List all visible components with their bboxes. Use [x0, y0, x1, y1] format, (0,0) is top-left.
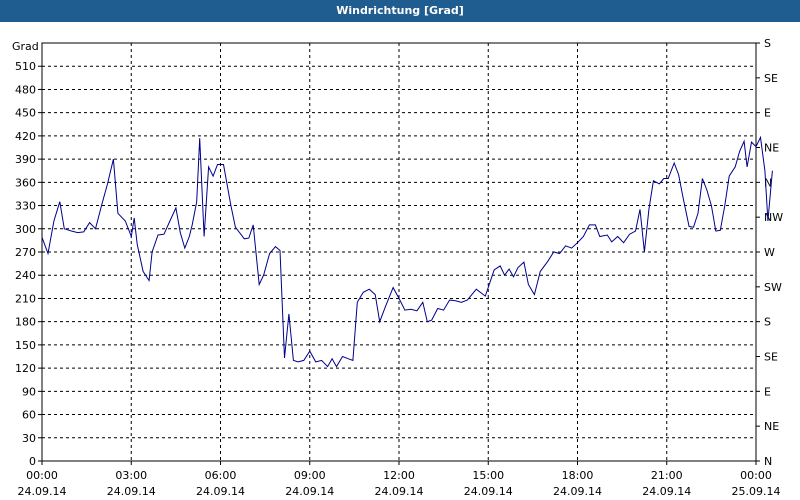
wind-direction-chart: 0 30 60 90 120 150 180 210 240 270 300 330 360 390 420… — [12, 37, 783, 498]
x-tick-date-label: 24.09.14 — [375, 485, 424, 498]
y-tick-label: 390 — [15, 153, 36, 166]
x-tick-date-label: 24.09.14 — [642, 485, 691, 498]
y2-tick-label: NE — [764, 142, 779, 155]
x-tick-date-label: 24.09.14 — [107, 485, 156, 498]
y-tick-label: 0 — [29, 455, 36, 468]
y-tick-label: 240 — [15, 269, 36, 282]
y-tick-label: 300 — [15, 223, 36, 236]
x-tick-time-label: 09:00 — [294, 469, 326, 482]
x-tick-date-label: 24.09.14 — [18, 485, 67, 498]
x-tick-date-label: 24.09.14 — [464, 485, 513, 498]
y-tick-label: 420 — [15, 130, 36, 143]
x-tick-date-label: 25.09.14 — [732, 485, 781, 498]
y-tick-label: 90 — [22, 385, 36, 398]
y-tick-label: 480 — [15, 83, 36, 96]
y2-tick-label: E — [764, 107, 771, 120]
y-tick-label: 360 — [15, 176, 36, 189]
y-axis-label: Grad — [12, 40, 39, 53]
y-axis: 0 30 60 90 120 150 180 210 240 270 300 330 360 390 420… — [15, 60, 42, 468]
x-tick-date-label: 24.09.14 — [553, 485, 602, 498]
y2-tick-label: W — [764, 246, 775, 259]
x-tick-date-label: 24.09.14 — [285, 485, 334, 498]
y2-tick-label: SE — [764, 72, 778, 85]
y-tick-label: 120 — [15, 362, 36, 375]
y-tick-label: 180 — [15, 316, 36, 329]
y2-tick-label: SW — [764, 281, 782, 294]
y-tick-label: 450 — [15, 107, 36, 120]
x-tick-time-label: 00:00 — [740, 469, 772, 482]
y2-tick-label: NE — [764, 420, 779, 433]
x-tick-time-label: 15:00 — [472, 469, 504, 482]
x-tick-time-label: 21:00 — [651, 469, 683, 482]
y-tick-label: 210 — [15, 292, 36, 305]
y-tick-label: 150 — [15, 339, 36, 352]
y-tick-label: 510 — [15, 60, 36, 73]
x-tick-time-label: 06:00 — [205, 469, 237, 482]
x-tick-time-label: 18:00 — [562, 469, 594, 482]
y2-axis: NNEESESSWWNWNNEESES — [756, 37, 783, 468]
y-tick-label: 60 — [22, 409, 36, 422]
x-tick-time-label: 12:00 — [383, 469, 415, 482]
y-tick-label: 330 — [15, 200, 36, 213]
x-tick-date-label: 24.09.14 — [196, 485, 245, 498]
y2-tick-label: NW — [764, 211, 783, 224]
y-tick-label: 270 — [15, 246, 36, 259]
y2-tick-label: N — [764, 455, 772, 468]
y2-tick-label: S — [764, 37, 771, 50]
y2-tick-label: SE — [764, 351, 778, 364]
y-tick-label: 30 — [22, 432, 36, 445]
y2-tick-label: E — [764, 385, 771, 398]
x-tick-time-label: 00:00 — [26, 469, 58, 482]
x-tick-time-label: 03:00 — [115, 469, 147, 482]
y2-tick-label: S — [764, 316, 771, 329]
x-axis: 00:00 24.09.14 03:00 24.09.14 06:00 24.09.14 0… — [18, 461, 781, 498]
